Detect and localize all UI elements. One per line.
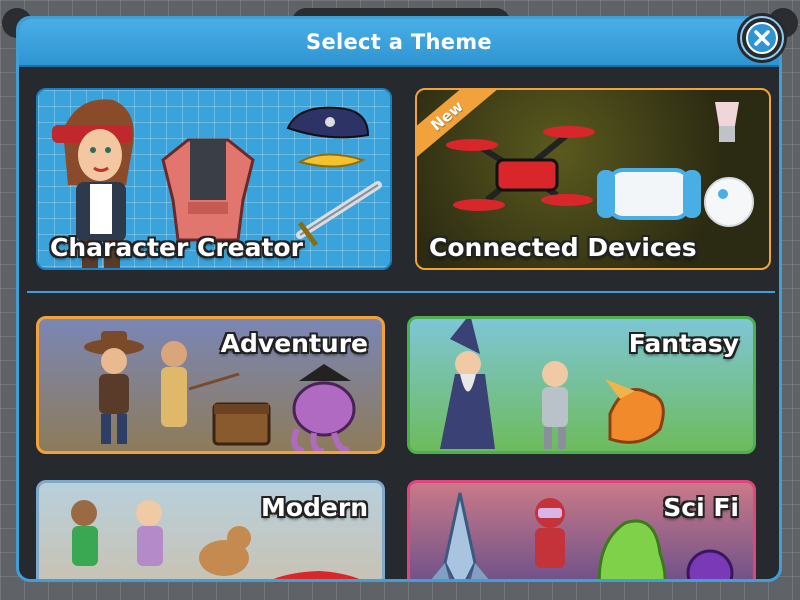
dog-icon — [199, 526, 251, 576]
theme-card-label: Connected Devices — [429, 233, 697, 262]
armor-icon — [161, 138, 255, 242]
purple-alien-icon — [686, 549, 734, 579]
theme-card-modern[interactable]: Modern — [36, 480, 385, 579]
theme-card-sci-fi[interactable]: Sci Fi — [407, 480, 756, 579]
smart-bulb-icon — [715, 102, 739, 142]
spaceship-icon — [431, 492, 489, 579]
boy-character-icon — [71, 500, 98, 566]
theme-card-connected-devices[interactable]: New Connected Devices — [415, 88, 771, 270]
theme-card-fantasy[interactable]: Fantasy — [407, 316, 756, 454]
sports-car-icon — [273, 571, 360, 579]
slime-monster-icon — [597, 519, 667, 579]
sphero-ball-icon — [704, 177, 754, 227]
cowboy-icon — [84, 331, 144, 444]
treasure-chest-icon — [212, 402, 271, 446]
theme-card-label: Character Creator — [50, 233, 303, 262]
sword-icon — [296, 181, 382, 247]
dragon-icon — [605, 379, 665, 444]
theme-card-label: Adventure — [220, 329, 368, 358]
theme-card-character-creator[interactable]: Character Creator — [36, 88, 392, 270]
dialog-header: Select a Theme — [19, 19, 779, 67]
drone-icon — [446, 126, 595, 211]
robot-ball-icon — [597, 168, 701, 220]
knight-icon — [542, 361, 568, 449]
theme-card-adventure[interactable]: Adventure — [36, 316, 385, 454]
astronaut-icon — [535, 498, 565, 568]
close-button[interactable] — [740, 16, 784, 60]
theme-card-label: Sci Fi — [663, 493, 739, 522]
close-icon — [746, 22, 778, 54]
section-divider — [27, 291, 775, 293]
theme-selector-dialog: Select a Theme Character Creator New Con… — [16, 16, 782, 582]
octopus-pirate-icon — [291, 364, 356, 451]
eye-mask-icon — [297, 153, 366, 168]
girl-character-icon — [136, 500, 163, 566]
theme-card-label: Fantasy — [628, 329, 739, 358]
pirate-hat-icon — [286, 106, 370, 139]
theme-card-label: Modern — [260, 493, 368, 522]
dialog-title: Select a Theme — [306, 30, 492, 54]
wizard-icon — [440, 319, 495, 449]
